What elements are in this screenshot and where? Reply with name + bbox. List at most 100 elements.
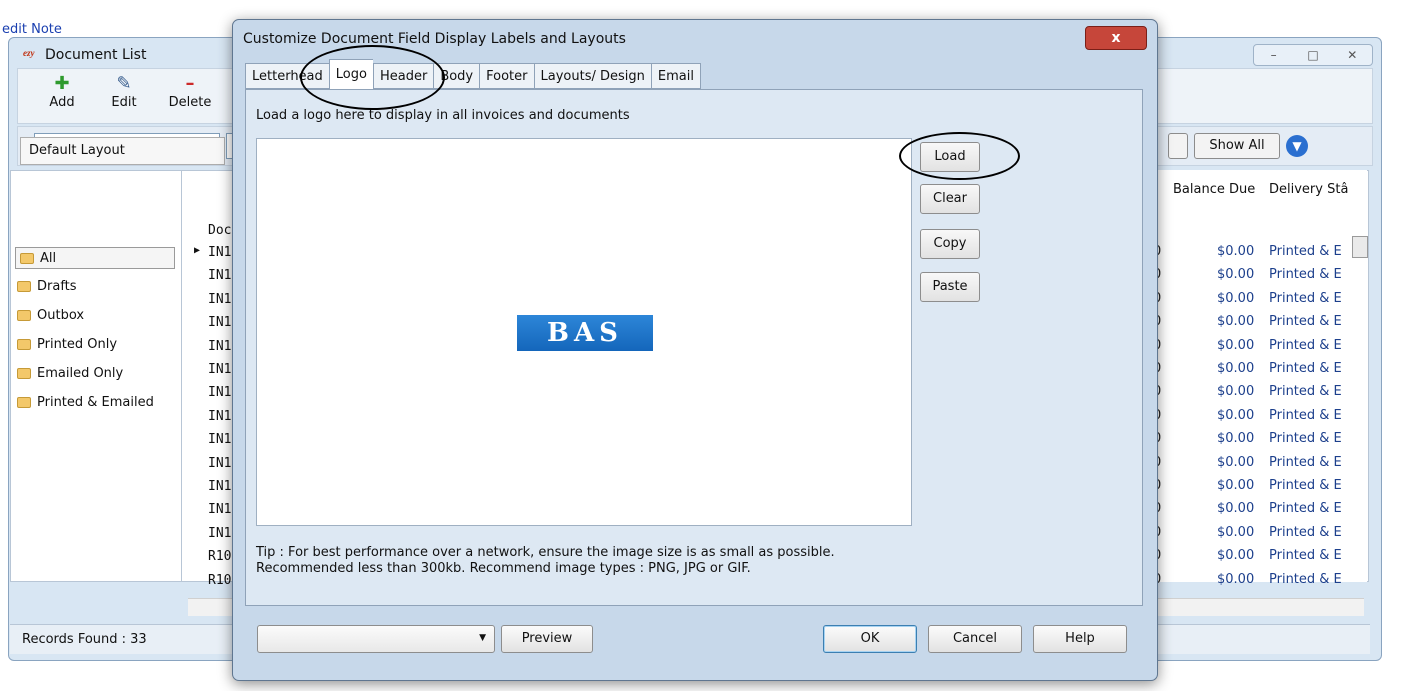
delivery-status-header[interactable]: Delivery Stâ	[1269, 182, 1348, 197]
folder-label: Printed & Emailed	[37, 394, 154, 410]
table-row[interactable]: 0$0.00Printed & E	[1147, 334, 1357, 357]
doc-number-cell[interactable]: IN1	[208, 245, 231, 260]
table-row[interactable]: 0$0.00Printed & E	[1147, 451, 1357, 474]
delivery-status-cell: Printed & E	[1269, 501, 1342, 517]
delete-button[interactable]: – Delete	[164, 73, 216, 110]
doc-number-cell[interactable]: IN1	[208, 432, 231, 447]
clear-button[interactable]: Clear	[920, 184, 980, 214]
folder-icon	[17, 396, 31, 408]
show-all-button[interactable]: Show All	[1194, 133, 1280, 159]
expand-down-icon[interactable]: ▼	[1286, 135, 1308, 157]
delivery-status-cell: Printed & E	[1269, 478, 1342, 493]
doc-number-cell[interactable]: IN1	[208, 339, 231, 354]
table-row[interactable]: 0$0.00Printed & E	[1147, 544, 1357, 567]
minimize-icon[interactable]: –	[1254, 45, 1293, 65]
tip-text: Tip : For best performance over a networ…	[256, 545, 956, 577]
table-row[interactable]: 0$0.00Printed & E	[1147, 263, 1357, 286]
doc-number-cell[interactable]: IN1	[208, 456, 231, 471]
tip-line-2: Recommended less than 300kb. Recommend i…	[256, 561, 751, 576]
balance-due-cell: $0.00	[1217, 548, 1255, 564]
balance-due-cell: $0.00	[1217, 384, 1255, 400]
preview-button[interactable]: Preview	[501, 625, 593, 653]
balance-due-cell: $0.00	[1217, 290, 1255, 306]
layout-select[interactable]: Default Layout	[20, 137, 225, 165]
close-button[interactable]: x	[1085, 26, 1147, 50]
doc-number-cell[interactable]: IN1	[208, 292, 231, 307]
balance-due-cell: $0.00	[1217, 407, 1255, 423]
table-row[interactable]: 0$0.00Printed & E	[1147, 357, 1357, 380]
folder-printed-emailed[interactable]: Printed & Emailed	[17, 391, 154, 413]
filter-button[interactable]	[1168, 133, 1188, 159]
table-row[interactable]: 0$0.00Printed & E	[1147, 404, 1357, 427]
folder-outbox[interactable]: Outbox	[17, 304, 84, 326]
ok-button[interactable]: OK	[823, 625, 917, 653]
table-row[interactable]: 0$0.00Printed & E	[1147, 380, 1357, 403]
scrollbar-thumb[interactable]	[1352, 236, 1368, 258]
current-row-icon: ▶	[194, 245, 201, 256]
doc-column-header[interactable]: Doc	[208, 223, 231, 238]
doc-number-cell[interactable]: IN1	[208, 362, 231, 377]
vertical-scrollbar[interactable]	[1352, 226, 1368, 590]
add-button[interactable]: ✚ Add	[36, 73, 88, 110]
table-row[interactable]: 0$0.00Printed & E	[1147, 497, 1357, 520]
layout-dropdown[interactable]: ▼	[257, 625, 495, 653]
delivery-status-cell: Printed & E	[1269, 548, 1342, 564]
paste-button[interactable]: Paste	[920, 272, 980, 302]
folder-drafts[interactable]: Drafts	[17, 275, 77, 297]
table-row[interactable]: 0$0.00Printed & E	[1147, 521, 1357, 544]
cancel-button[interactable]: Cancel	[928, 625, 1022, 653]
doc-number-cell[interactable]: IN1	[208, 315, 231, 330]
table-row[interactable]: 0$0.00Printed & E	[1147, 427, 1357, 450]
balance-due-cell: $0.00	[1217, 244, 1255, 259]
balance-due-cell: $0.00	[1217, 524, 1255, 540]
annotation-circle-load-button	[899, 132, 1020, 180]
folder-icon	[20, 252, 34, 264]
folder-panel: All Drafts Outbox Printed Only Emailed O…	[10, 170, 182, 582]
table-row[interactable]: 0$0.00Printed & E	[1147, 474, 1357, 497]
window-controls: – □ ✕	[1253, 44, 1373, 66]
records-found: Records Found : 33	[22, 632, 147, 647]
doc-number-cell[interactable]: R10	[208, 573, 231, 588]
doc-number-cell[interactable]: IN1	[208, 502, 231, 517]
folder-emailed-only[interactable]: Emailed Only	[17, 362, 123, 384]
delivery-status-cell: Printed & E	[1269, 337, 1342, 353]
doc-number-cell[interactable]: IN1	[208, 385, 231, 400]
balance-due-cell: $0.00	[1217, 501, 1255, 517]
balance-due-cell: $0.00	[1217, 314, 1255, 330]
close-icon[interactable]: ✕	[1333, 45, 1372, 65]
customize-document-dialog: Customize Document Field Display Labels …	[232, 19, 1158, 681]
table-row[interactable]: 0$0.00Printed & E	[1147, 310, 1357, 333]
delivery-status-cell: Printed & E	[1269, 314, 1342, 330]
edit-icon: ✎	[116, 73, 132, 94]
tab-layouts-design[interactable]: Layouts/ Design	[533, 63, 651, 89]
table-row[interactable]: 0$0.00Printed & E	[1147, 240, 1357, 263]
folder-all[interactable]: All	[15, 247, 175, 269]
doc-number-cell[interactable]: R10	[208, 549, 231, 564]
doc-number-cell[interactable]: IN1	[208, 526, 231, 541]
folder-icon	[17, 338, 31, 350]
doc-number-cell[interactable]: IN1	[208, 409, 231, 424]
folder-icon	[17, 309, 31, 321]
delivery-status-cell: Printed & E	[1269, 524, 1342, 540]
balance-due-cell: $0.00	[1217, 267, 1255, 283]
folder-icon	[17, 367, 31, 379]
credit-note-link[interactable]: edit Note	[2, 22, 62, 37]
edit-button[interactable]: ✎ Edit	[98, 73, 150, 110]
table-row[interactable]: 0$0.00Printed & E	[1147, 287, 1357, 310]
table-row[interactable]: 0$0.00Printed & E	[1147, 568, 1357, 591]
folder-label: All	[40, 250, 57, 266]
window-title: Document List	[45, 47, 147, 63]
tab-footer[interactable]: Footer	[479, 63, 534, 89]
folder-label: Printed Only	[37, 336, 118, 352]
help-button[interactable]: Help	[1033, 625, 1127, 653]
folder-icon	[17, 280, 31, 292]
maximize-icon[interactable]: □	[1293, 45, 1332, 65]
doc-number-cell[interactable]: IN1	[208, 479, 231, 494]
folder-printed-only[interactable]: Printed Only	[17, 333, 117, 355]
copy-button[interactable]: Copy	[920, 229, 980, 259]
delivery-status-cell: Printed & E	[1269, 384, 1342, 400]
annotation-circle-logo-tab	[300, 45, 445, 110]
tab-email[interactable]: Email	[650, 63, 701, 89]
balance-due-header[interactable]: Balance Due	[1173, 182, 1255, 197]
doc-number-cell[interactable]: IN1	[208, 268, 231, 283]
